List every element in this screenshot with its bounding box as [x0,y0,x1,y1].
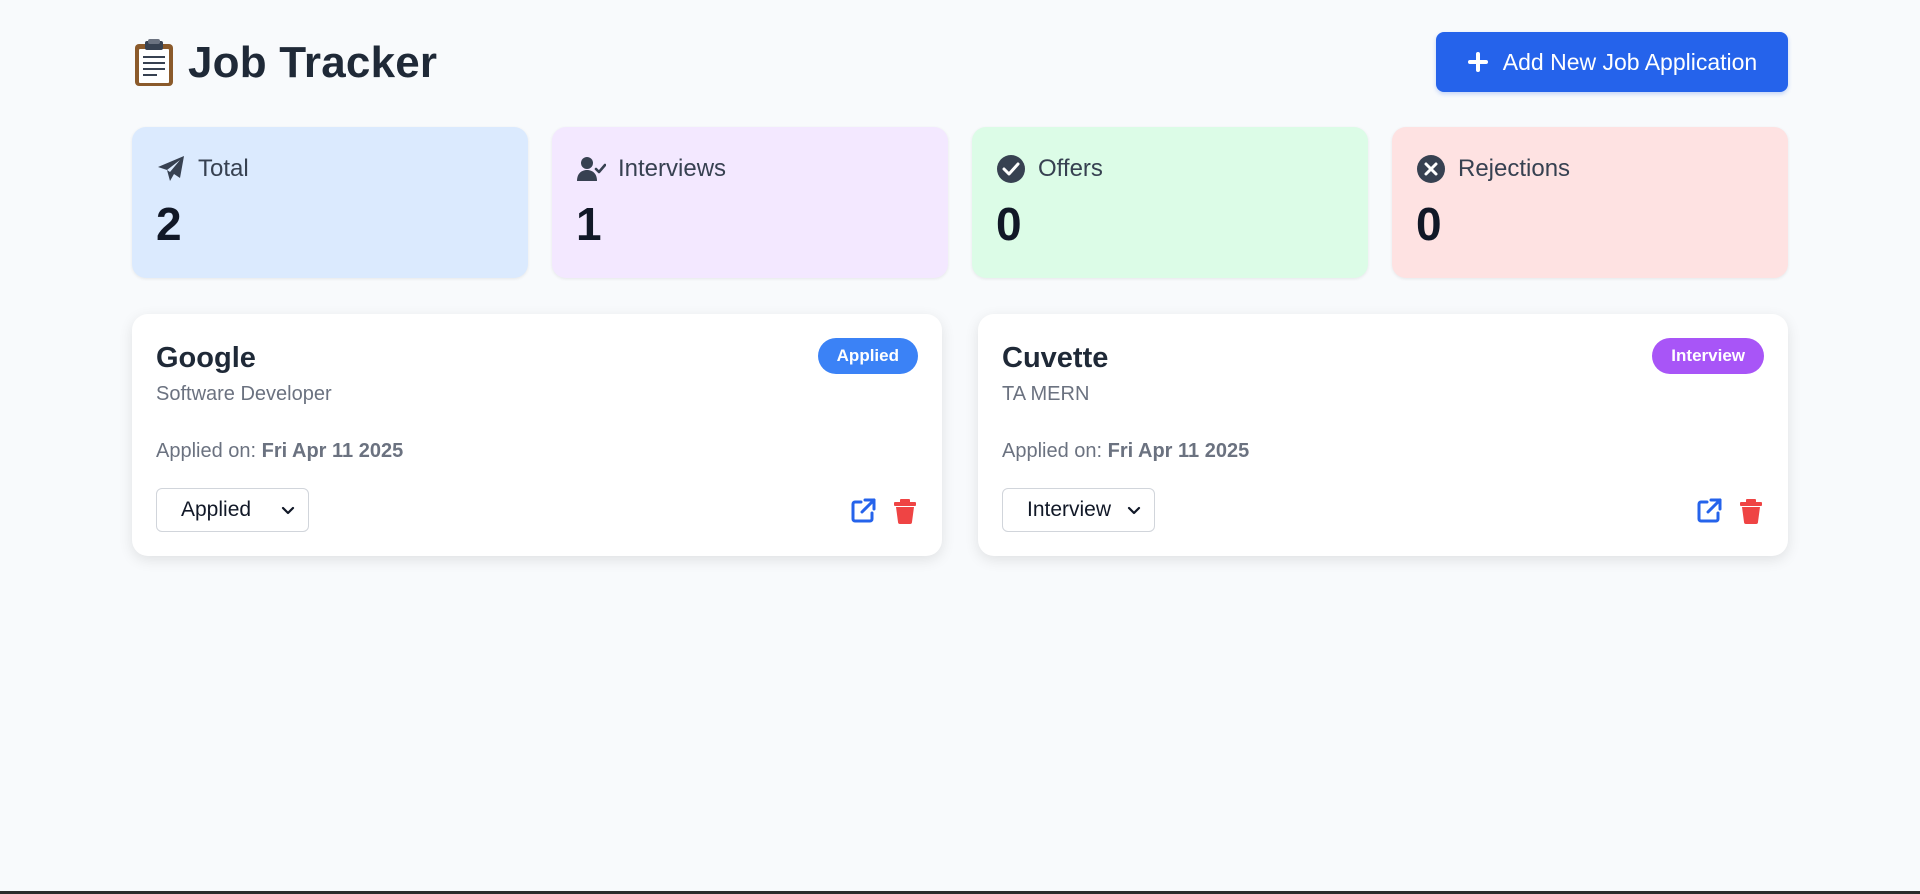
title-wrap: Job Tracker [132,38,437,88]
stat-label: Interviews [618,155,727,182]
job-actions [850,498,918,524]
status-select-value: Interview [1027,498,1112,521]
stat-card-offers: Offers 0 [972,127,1368,278]
external-link-icon[interactable] [1696,498,1722,524]
status-badge: Applied [817,338,918,374]
applied-date: Fri Apr 11 2025 [261,440,404,462]
stat-head: Offers [996,151,1344,187]
page-title: Job Tracker [188,38,438,87]
paper-plane-icon [158,156,184,181]
company-name: Google [156,342,256,374]
job-card: Google Software Developer Applied on: Fr… [132,314,942,556]
stat-label: Rejections [1458,155,1571,182]
job-role: TA MERN [1002,383,1090,405]
status-select[interactable]: Applied [156,488,309,532]
stat-head: Total [156,151,504,187]
stat-head: Interviews [576,151,924,187]
stats-row: Total 2 Interviews 1 Offers 0 Rejections… [132,127,1788,278]
chevron-down-icon [1127,506,1141,515]
trash-icon[interactable] [892,498,918,524]
applied-prefix: Applied on: [156,440,257,462]
applied-date-line: Applied on: Fri Apr 11 2025 [156,440,918,463]
stat-value: 0 [1416,198,1442,250]
status-badge: Interview [1652,338,1764,374]
job-list: Google Software Developer Applied on: Fr… [132,314,1788,556]
job-actions [1696,498,1764,524]
company-name: Cuvette [1002,342,1109,374]
trash-icon[interactable] [1738,498,1764,524]
stat-value: 0 [996,198,1022,250]
applied-date-line: Applied on: Fri Apr 11 2025 [1002,440,1764,463]
user-check-icon [577,157,606,181]
job-role: Software Developer [156,383,332,405]
external-link-icon[interactable] [850,498,876,524]
status-select[interactable]: Interview [1002,488,1155,532]
plus-icon [1467,52,1488,72]
applied-date: Fri Apr 11 2025 [1107,440,1250,462]
stat-value: 2 [156,198,182,250]
stat-card-total: Total 2 [132,127,528,278]
stat-card-interviews: Interviews 1 [552,127,948,278]
stat-label: Total [198,155,249,182]
stat-value: 1 [576,198,602,250]
x-circle-icon [1417,155,1445,183]
add-job-button-label: Add New Job Application [1502,48,1758,75]
add-job-button[interactable]: Add New Job Application [1436,32,1788,92]
header: Job Tracker Add New Job Application [132,30,1788,94]
applied-prefix: Applied on: [1002,440,1103,462]
stat-head: Rejections [1416,151,1764,187]
job-card: Cuvette TA MERN Applied on: Fri Apr 11 2… [978,314,1788,556]
clipboard-icon [135,39,173,86]
stat-card-rejections: Rejections 0 [1392,127,1788,278]
status-select-value: Applied [181,498,252,521]
stat-label: Offers [1038,155,1103,182]
chevron-down-icon [281,506,295,515]
check-circle-icon [997,155,1025,183]
